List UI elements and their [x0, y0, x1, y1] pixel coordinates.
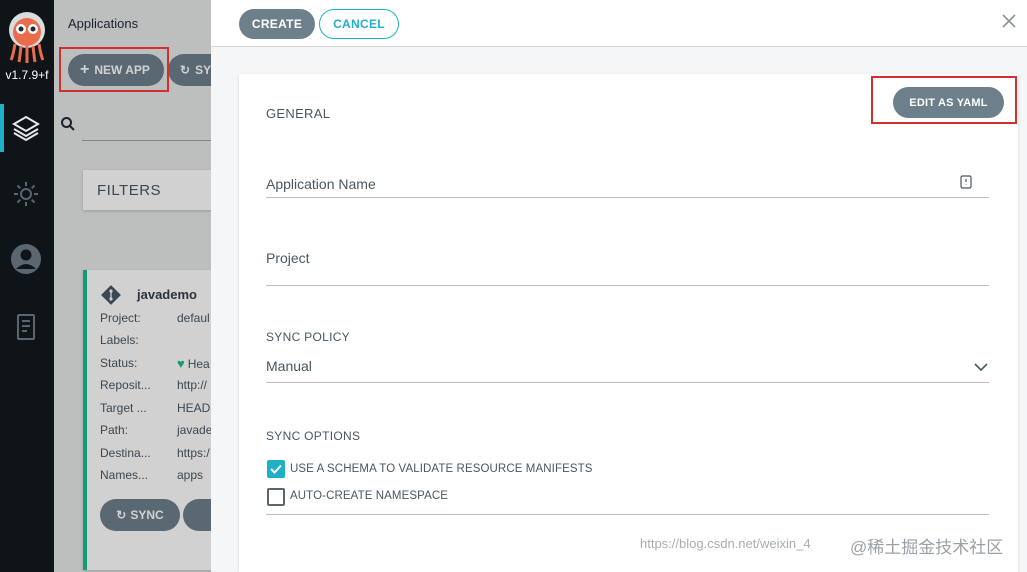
argo-logo[interactable] [5, 8, 49, 64]
left-nav: v1.7.9+f [0, 0, 54, 572]
project-label: Project [266, 250, 310, 266]
auto-create-namespace-checkbox[interactable] [267, 488, 285, 506]
chevron-down-icon[interactable] [974, 359, 988, 377]
watermark-url: https://blog.csdn.net/weixin_4 [640, 536, 811, 551]
project-input[interactable] [266, 285, 989, 286]
sync-policy-select[interactable] [266, 382, 989, 383]
close-icon[interactable] [999, 11, 1019, 31]
nav-active-indicator [0, 104, 4, 152]
new-app-highlight-box [59, 47, 169, 92]
schema-validate-label: USE A SCHEMA TO VALIDATE RESOURCE MANIFE… [290, 463, 593, 475]
schema-validate-checkbox[interactable] [267, 460, 285, 478]
create-button[interactable]: CREATE [239, 9, 315, 39]
cancel-button[interactable]: CANCEL [319, 9, 399, 39]
user-icon[interactable] [10, 243, 42, 275]
layers-icon[interactable] [10, 112, 42, 144]
sync-options-divider [266, 514, 989, 515]
docs-icon[interactable] [10, 311, 42, 343]
watermark-logo: @稀土掘金技术社区 [850, 538, 1004, 557]
auto-create-namespace-label: AUTO-CREATE NAMESPACE [290, 490, 449, 502]
sync-policy-value[interactable]: Manual [266, 358, 312, 374]
gear-icon[interactable] [10, 178, 42, 210]
panel-header: CREATE CANCEL [211, 0, 1027, 47]
create-app-panel: CREATE CANCEL EDIT AS YAML GENERAL Appli… [211, 0, 1027, 572]
sync-policy-title: SYNC POLICY [266, 330, 350, 344]
version-label: v1.7.9+f [5, 68, 49, 82]
sync-options-title: SYNC OPTIONS [266, 429, 361, 443]
form-field-icon [960, 175, 972, 194]
application-name-input[interactable] [266, 197, 989, 198]
edit-yaml-highlight-box [871, 76, 1017, 124]
application-name-label: Application Name [266, 176, 376, 192]
general-section-title: GENERAL [266, 106, 331, 121]
